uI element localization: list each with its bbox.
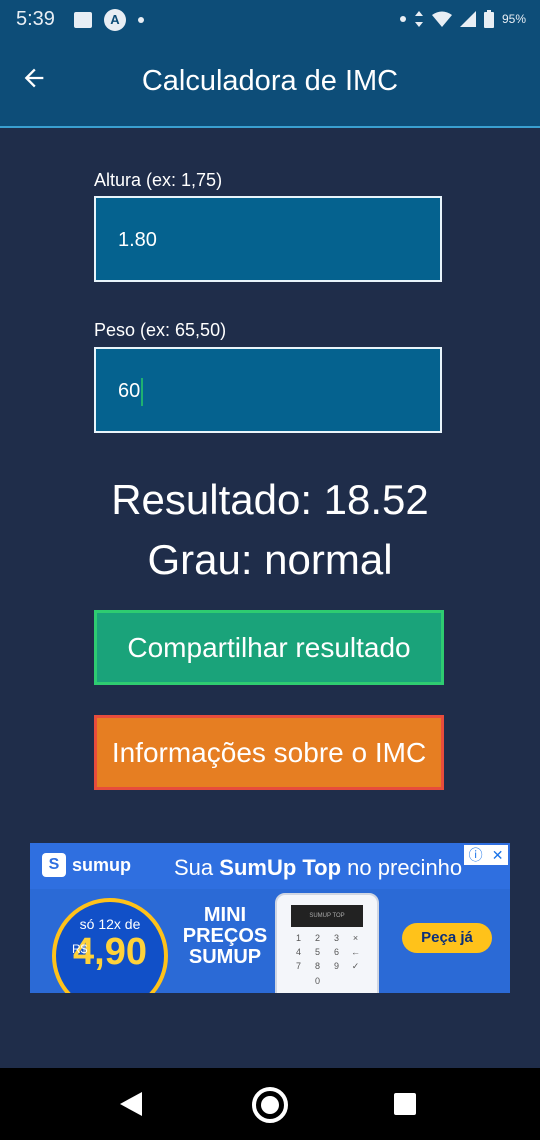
nav-back-icon[interactable]: [120, 1092, 142, 1116]
ad-headline-bold: SumUp Top: [219, 855, 342, 880]
ad-installments: só 12x de: [79, 916, 141, 932]
ad-mini-line2: PREÇOS: [182, 925, 268, 947]
share-result-button[interactable]: Compartilhar resultado: [94, 610, 444, 685]
app-notification-icon: A: [104, 9, 126, 31]
more-notifications-icon: [138, 17, 144, 23]
keypad-key: ✓: [351, 961, 360, 971]
keypad-key: [289, 976, 308, 986]
keypad-key: 9: [333, 961, 339, 971]
weight-value: 60: [118, 380, 141, 402]
ad-mini-line3: SUMUP: [188, 946, 262, 968]
keypad-key: 8: [314, 961, 320, 971]
ad-choices[interactable]: ⓘ ✕: [464, 845, 508, 865]
keypad-key: 2: [314, 933, 320, 943]
keypad-key: ×: [352, 933, 359, 943]
ad-currency: R$: [72, 942, 88, 956]
ad-brand: sumup: [72, 854, 132, 875]
ad-banner[interactable]: S sumup Sua SumUp Top no precinho ⓘ ✕ só…: [30, 843, 510, 993]
keypad-key: [327, 976, 346, 986]
ad-cta-button[interactable]: Peça já: [402, 923, 492, 953]
ad-mini-text: MINI PREÇOS SUMUP: [170, 905, 280, 968]
system-icons: 95%: [399, 10, 526, 28]
result-text: Resultado: 18.52: [111, 476, 429, 523]
grade-text: Grau: normal: [147, 536, 393, 583]
keypad-key: ←: [351, 947, 360, 957]
wifi-icon: [431, 11, 452, 27]
sumup-logo-icon: S: [42, 853, 66, 877]
height-input[interactable]: 1.80: [94, 196, 442, 282]
battery-icon: [483, 10, 494, 28]
ad-mini-line1: MINI: [203, 904, 247, 926]
data-arrows-icon: [414, 11, 423, 27]
ad-header: S sumup Sua SumUp Top no precinho ⓘ ✕: [30, 843, 510, 889]
ad-info-icon[interactable]: ⓘ: [469, 845, 483, 865]
bmi-info-button[interactable]: Informações sobre o IMC: [94, 715, 444, 790]
system-nav-bar: [0, 1068, 540, 1140]
height-value: 1.80: [118, 229, 157, 251]
ad-price-badge: só 12x de R$ 4,90: [52, 898, 168, 993]
ad-headline-prefix: Sua: [174, 855, 220, 880]
ad-close-icon[interactable]: ✕: [492, 847, 504, 864]
battery-percent: 95%: [501, 12, 526, 26]
sumup-logo: S sumup: [42, 853, 131, 877]
ad-headline-suffix: no precinho: [341, 855, 463, 880]
keypad-key: 7: [295, 961, 301, 971]
nav-home-icon[interactable]: [252, 1087, 288, 1123]
ad-headline: Sua SumUp Top no precinho: [174, 855, 462, 881]
height-label: Altura (ex: 1,75): [94, 170, 223, 190]
keypad-key: 4: [295, 947, 301, 957]
notification-icons: A: [74, 9, 144, 31]
text-cursor: [141, 377, 144, 406]
cell-signal-icon: [459, 11, 476, 27]
keypad-key: 5: [314, 947, 320, 957]
keypad-key: 0: [314, 976, 320, 986]
status-time: 5:39: [16, 8, 55, 30]
sync-dot-icon: [399, 16, 406, 22]
app-title: Calculadora de IMC: [141, 65, 399, 97]
weight-input[interactable]: 60: [94, 347, 442, 433]
keypad-key: 6: [333, 947, 339, 957]
status-bar: 5:39 A 95%: [0, 0, 540, 40]
weight-label: Peso (ex: 65,50): [94, 320, 227, 340]
keypad-key: [346, 976, 365, 986]
nav-recents-icon[interactable]: [394, 1093, 416, 1115]
keypad-key: 1: [295, 933, 301, 943]
app-bar: Calculadora de IMC: [0, 40, 540, 128]
card-reader-image: SUMUP TOP 1 2 3 × 4 5 6 ← 7 8 9 ✓ 0: [275, 893, 379, 993]
card-reader-screen: SUMUP TOP: [291, 905, 363, 927]
card-reader-keypad: 1 2 3 × 4 5 6 ← 7 8 9 ✓ 0: [289, 933, 365, 986]
photo-notification-icon: [74, 12, 92, 28]
keypad-key: 3: [333, 933, 339, 943]
